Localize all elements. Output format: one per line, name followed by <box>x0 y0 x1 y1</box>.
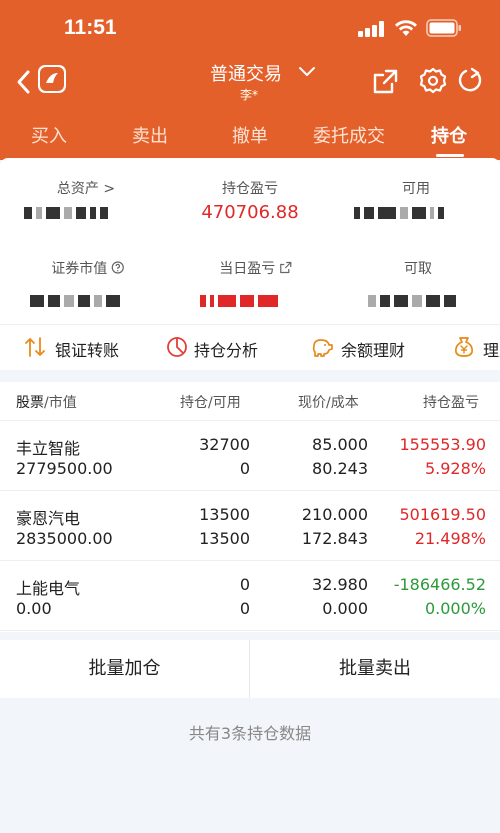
position-pnl-value: 470706.88 <box>201 202 299 223</box>
current-price: 85.000 <box>312 435 368 454</box>
market-value: 2835000.00 <box>16 529 113 548</box>
money-bag-icon <box>455 337 473 357</box>
position-pnl-pct: 21.498% <box>414 529 486 548</box>
market-value-label: 证券市值 <box>51 258 125 278</box>
available-value-masked <box>354 202 448 219</box>
position-pnl-label: 持仓盈亏 <box>222 181 278 197</box>
position-pnl-pct: 5.928% <box>424 459 486 478</box>
position-qty: 13500 <box>199 505 250 524</box>
header-stock: 股票 <box>16 395 44 411</box>
daily-pnl-label-text: 当日盈亏 <box>219 261 276 277</box>
position-pnl: 501619.50 <box>399 505 486 524</box>
account-name-text: 李* <box>239 88 258 102</box>
position-qty: 0 <box>239 575 250 594</box>
current-price: 32.980 <box>312 575 368 594</box>
quicklink-label: 持仓分析 <box>194 341 259 360</box>
stock-name: 上能电气 <box>16 579 81 598</box>
quick-links: 银证转账 持仓分析 余额理财 理财 <box>0 324 500 370</box>
total-assets-value-masked <box>24 202 112 219</box>
withdrawable-masked <box>368 290 460 307</box>
header-market-value: 市值 <box>48 395 77 411</box>
help-icon[interactable] <box>112 261 125 274</box>
available-label: 可用 <box>402 181 430 197</box>
cellular-signal-icon <box>358 21 384 37</box>
table-row[interactable]: 上能电气 0.00 0 0 32.980 0.000 -186466.52 0.… <box>0 561 500 631</box>
table-row[interactable]: 豪恩汽电 2835000.00 13500 13500 210.000 172.… <box>0 491 500 561</box>
account-summary: 总资产 > 持仓盈亏 470706.88 可用 证券市值 当日盈亏 可取 <box>0 158 500 324</box>
batch-actions: 批量加仓 批量卖出 <box>0 640 500 698</box>
batch-add-button[interactable]: 批量加仓 <box>0 640 249 698</box>
header-position: 持仓 <box>180 395 208 411</box>
header-cost: 成本 <box>330 395 359 411</box>
stock-name: 丰立智能 <box>16 439 81 458</box>
market-value-label-text: 证券市值 <box>51 261 108 277</box>
holdings-table: 股票/市值 持仓/可用 现价/成本 持仓盈亏 丰立智能 2779500.00 3… <box>0 382 500 632</box>
table-row[interactable]: 丰立智能 2779500.00 32700 0 85.000 80.243 15… <box>0 421 500 491</box>
position-pnl-pct: 0.000% <box>424 599 486 618</box>
quicklink-label: 理财 <box>483 341 500 360</box>
available-qty: 13500 <box>199 529 250 548</box>
quicklink-label: 余额理财 <box>341 341 406 360</box>
transfer-icon <box>25 337 45 357</box>
total-assets-label[interactable]: 总资产 > <box>57 178 115 198</box>
page-title[interactable]: 普通交易 <box>210 60 282 86</box>
tab-buy[interactable]: 买入 <box>31 122 67 148</box>
tab-sell[interactable]: 卖出 <box>132 122 168 148</box>
cost-price: 172.843 <box>301 529 368 548</box>
cost-price: 0.000 <box>322 599 368 618</box>
current-price: 210.000 <box>301 505 368 524</box>
header-price: 现价 <box>298 395 326 411</box>
external-link-icon[interactable] <box>280 261 293 274</box>
tab-positions[interactable]: 持仓 <box>431 122 467 148</box>
holdings-count-note: 共有3条持仓数据 <box>188 724 312 743</box>
daily-pnl-masked <box>200 290 282 307</box>
battery-icon <box>426 19 461 37</box>
withdrawable-label: 可取 <box>404 261 432 277</box>
total-assets-label-text: 总资产 <box>56 181 99 197</box>
pie-chart-icon <box>167 337 187 357</box>
tab-cancel-order[interactable]: 撤单 <box>232 122 268 148</box>
tab-orders-fills[interactable]: 委托成交 <box>313 122 385 148</box>
market-value: 2779500.00 <box>16 459 113 478</box>
market-value-masked <box>30 290 124 307</box>
chevron-down-icon[interactable] <box>298 64 316 78</box>
active-tab-indicator <box>436 154 464 157</box>
refresh-icon[interactable] <box>457 67 484 94</box>
stock-name: 豪恩汽电 <box>16 509 81 528</box>
trade-tabs: 买入 卖出 撤单 委托成交 持仓 <box>0 110 500 160</box>
share-icon[interactable] <box>372 68 399 95</box>
quicklink-label: 银证转账 <box>55 341 120 360</box>
market-value: 0.00 <box>16 599 52 618</box>
header-stock-market-value: 股票/市值 <box>16 392 77 412</box>
header-pnl: 持仓盈亏 <box>423 395 479 411</box>
cost-price: 80.243 <box>312 459 368 478</box>
status-bar: 11:51 <box>0 0 500 58</box>
available-qty: 0 <box>239 599 250 618</box>
daily-pnl-label: 当日盈亏 <box>219 258 292 278</box>
nav-bar: 普通交易 李* <box>0 58 500 108</box>
app-header: 11:51 普通交易 李* 买入 卖出 撤单 委托成交 持仓 <box>0 0 500 160</box>
gear-icon[interactable] <box>419 67 447 95</box>
position-qty: 32700 <box>199 435 250 454</box>
position-pnl: 155553.90 <box>399 435 486 454</box>
header-price-cost: 现价/成本 <box>298 395 359 411</box>
wifi-icon <box>395 20 417 36</box>
status-time: 11:51 <box>64 16 117 39</box>
position-pnl: -186466.52 <box>393 575 486 594</box>
header-position-available: 持仓/可用 <box>180 395 241 411</box>
header-available: 可用 <box>212 395 241 411</box>
available-qty: 0 <box>239 459 250 478</box>
chevron-right-icon: > <box>98 181 116 197</box>
piggy-bank-icon <box>312 339 333 357</box>
batch-sell-button[interactable]: 批量卖出 <box>250 640 500 698</box>
